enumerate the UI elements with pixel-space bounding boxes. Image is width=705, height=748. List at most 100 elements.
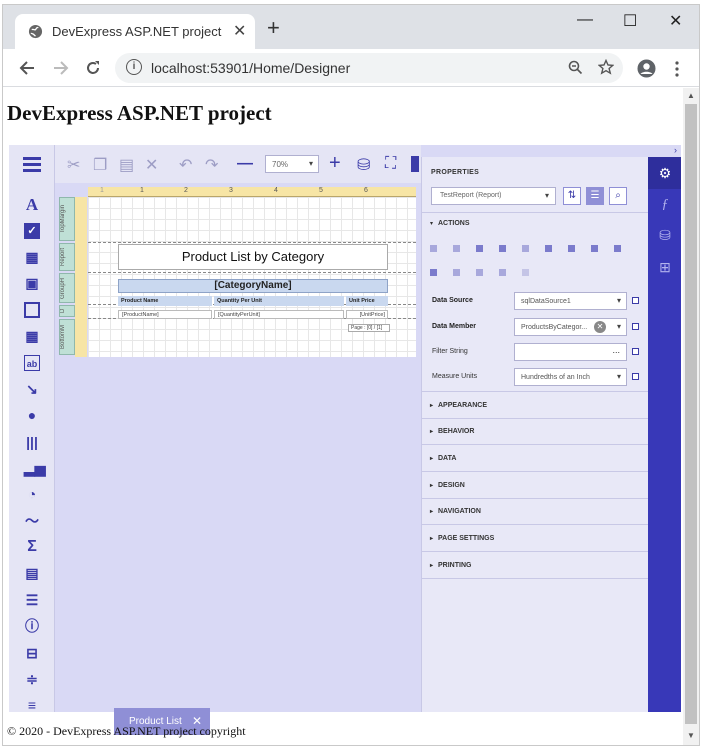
same-height-icon[interactable] [591,245,598,252]
overflow-toolbar-icon[interactable] [411,156,419,172]
align-middle-icon[interactable] [522,245,529,252]
bring-front-icon[interactable] [499,269,506,276]
gauge-control-icon[interactable]: ◔ [24,486,40,502]
picture-control-icon[interactable]: ▣ [24,275,40,291]
component-select[interactable]: TestReport (Report) ▾ [431,187,556,205]
sparkline-control-icon[interactable]: 〜 [24,513,40,529]
section-page-settings[interactable]: ▸ PAGE SETTINGS [422,525,649,552]
ellipsis-button[interactable]: ... [612,345,620,355]
detail-product-name[interactable]: [ProductName] [118,310,212,319]
band-bottom-margin[interactable]: BottomM [59,319,75,355]
section-data[interactable]: ▸ DATA [422,445,649,472]
checkbox-control-icon[interactable]: ✓ [24,223,40,239]
maximize-button[interactable]: ☐ [623,11,637,31]
panel-control-icon[interactable] [24,302,40,318]
character-comb-icon[interactable]: ab [24,355,40,371]
report-canvas[interactable]: Product List by Category [CategoryName] … [88,197,416,357]
section-navigation[interactable]: ▸ NAVIGATION [422,498,649,525]
barcode-control-icon[interactable]: ||| [24,434,40,450]
send-back-icon[interactable] [522,269,529,276]
detail-unit-price[interactable]: [UnitPrice] [346,310,388,319]
properties-tab[interactable]: ⚙ [648,157,681,189]
page-scrollbar[interactable]: ▲ ▼ [683,88,699,745]
filter-string-input[interactable]: ... [514,343,627,361]
scroll-up-icon[interactable]: ▲ [687,91,695,100]
size-to-grid-icon[interactable] [430,269,437,276]
pdf-content-icon[interactable]: ▤ [24,565,40,581]
center-v-icon[interactable] [476,269,483,276]
browser-tab[interactable]: DevExpress ASP.NET project ✕ [15,14,255,49]
report-title[interactable]: Product List by Category [118,244,388,270]
band-report-header[interactable]: Report [59,243,75,271]
property-marker-icon[interactable] [632,373,639,380]
zoom-out-button[interactable]: — [237,155,253,173]
section-behavior[interactable]: ▸ BEHAVIOR [422,418,649,445]
header-unit-price[interactable]: Unit Price [346,296,388,306]
summary-control-icon[interactable]: Σ [24,539,40,555]
data-source-select[interactable]: sqlDataSource1 ▾ [514,292,627,310]
band-topmargin[interactable]: TopMargin [59,197,75,241]
scroll-down-icon[interactable]: ▼ [687,731,695,740]
delete-icon[interactable]: ✕ [145,155,158,175]
zoom-in-button[interactable]: + [329,152,341,175]
undo-icon[interactable]: ↶ [179,155,192,175]
expressions-icon[interactable]: ƒ [657,197,673,213]
property-marker-icon[interactable] [632,323,639,330]
table-of-contents-icon[interactable]: ☰ [24,592,40,608]
page-break-icon[interactable]: ⊟ [24,645,40,661]
header-quantity[interactable]: Quantity Per Unit [214,296,344,306]
section-design[interactable]: ▸ DESIGN [422,472,649,499]
scrollbar-thumb[interactable] [685,104,697,724]
sort-alpha-icon[interactable]: ⇅ [563,187,581,205]
copy-icon[interactable]: ❐ [93,155,107,175]
align-left-icon[interactable] [430,245,437,252]
search-icon[interactable]: ⌕ [609,187,627,205]
chevron-right-icon[interactable]: › [674,145,677,155]
url-text[interactable]: localhost:53901/Home/Designer [151,60,350,76]
band-detail[interactable]: D [59,305,75,317]
category-name-field[interactable]: [CategoryName] [118,279,388,293]
zoom-out-icon[interactable] [568,60,583,75]
same-size-icon[interactable] [614,245,621,252]
chart-control-icon[interactable]: ▂▅ [24,460,46,476]
label-control-icon[interactable]: A [24,196,40,213]
table-control-icon[interactable]: ▦ [24,328,40,344]
zoom-select[interactable]: 70% ▾ [265,155,319,173]
property-marker-icon[interactable] [632,348,639,355]
menu-dots-icon[interactable] [675,61,679,77]
bookmark-star-icon[interactable] [598,59,614,75]
measure-units-select[interactable]: Hundredths of an Inch ▾ [514,368,627,386]
align-top-icon[interactable] [499,245,506,252]
detail-quantity[interactable]: [QuantityPerUnit] [214,310,344,319]
section-appearance[interactable]: ▸ APPEARANCE [422,392,649,419]
more-controls-icon[interactable]: ≡ [24,697,40,713]
actions-toggle-icon[interactable]: ▾ [430,220,433,227]
property-marker-icon[interactable] [632,297,639,304]
new-tab-button[interactable]: + [267,17,280,39]
same-width-icon[interactable] [568,245,575,252]
report-explorer-icon[interactable]: ⊞ [657,259,673,275]
align-right-icon[interactable] [476,245,483,252]
address-bar[interactable]: i localhost:53901/Home/Designer [115,53,623,83]
cut-icon[interactable]: ✂ [67,155,80,175]
data-member-select[interactable]: ProductsByCategor... ✕ ▾ [514,318,627,336]
line-control-icon[interactable]: ↘ [24,381,40,397]
section-printing[interactable]: ▸ PRINTING [422,552,649,579]
actions-header[interactable]: ACTIONS [438,220,470,227]
fullscreen-icon[interactable]: ⛶ [385,155,396,173]
back-arrow-icon[interactable] [19,61,35,75]
page-info-icon[interactable]: ⓘ [24,618,40,634]
align-center-icon[interactable] [453,245,460,252]
redo-icon[interactable]: ↷ [205,155,218,175]
reload-icon[interactable] [85,60,101,76]
center-h-icon[interactable] [453,269,460,276]
info-icon[interactable]: i [126,59,142,75]
paste-icon[interactable]: ▤ [119,155,134,175]
close-window-button[interactable]: ✕ [669,11,682,31]
tab-close-icon[interactable]: ✕ [233,21,246,41]
add-datasource-icon[interactable]: ⛁ [357,155,370,175]
align-bottom-icon[interactable] [545,245,552,252]
minimize-button[interactable]: — [577,11,593,29]
field-list-icon[interactable]: ⛁ [657,227,673,243]
band-group-header[interactable]: GroupH [59,273,75,303]
